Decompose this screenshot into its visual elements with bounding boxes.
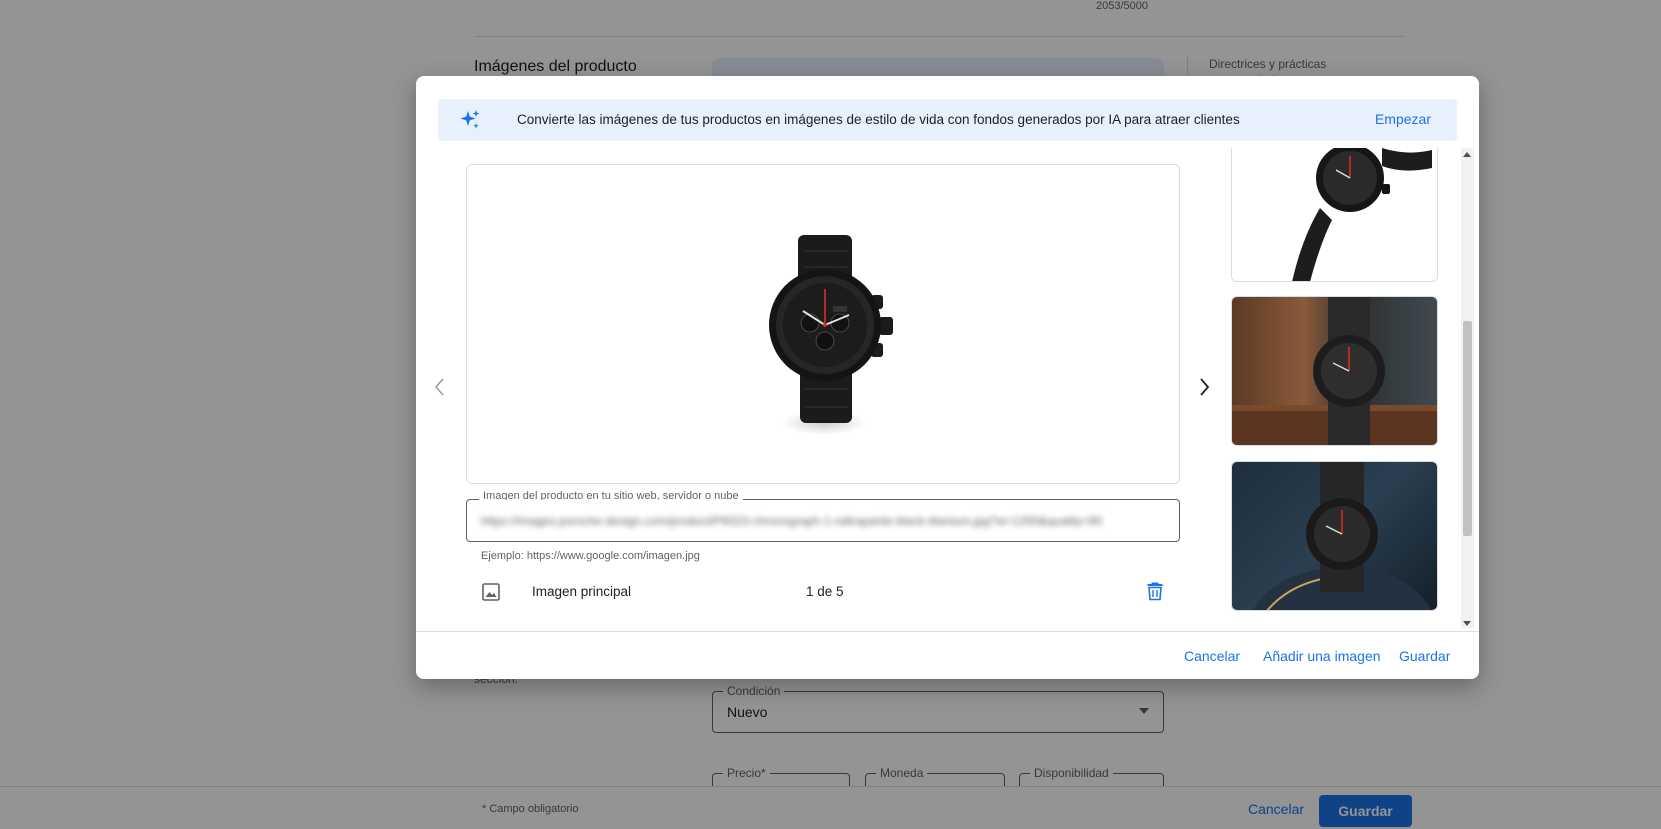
sparkle-icon — [460, 110, 480, 129]
watch-product-image — [769, 235, 893, 435]
scroll-up-icon[interactable] — [1463, 152, 1471, 157]
image-url-hint: Ejemplo: https://www.google.com/imagen.j… — [481, 550, 700, 562]
ai-banner-text: Convierte las imágenes de tus productos … — [517, 112, 1240, 127]
watch-thumbnail-3 — [1253, 462, 1431, 610]
thumbnail-scrollbar[interactable] — [1461, 148, 1474, 628]
main-image-label: Imagen principal — [532, 584, 632, 599]
dialog-save-button[interactable]: Guardar — [1399, 648, 1450, 664]
thumbnail-list — [1231, 148, 1438, 611]
scroll-down-icon[interactable] — [1463, 621, 1471, 626]
image-url-label: Imagen del producto en tu sitio web, ser… — [479, 490, 743, 500]
previous-image-arrow-icon[interactable] — [432, 376, 448, 398]
next-image-arrow-icon[interactable] — [1196, 376, 1212, 398]
image-url-value[interactable]: https://images.porsche-design.com/produc… — [481, 514, 1165, 528]
ai-lifestyle-banner: Convierte las imágenes de tus productos … — [438, 99, 1457, 141]
thumbnail-image[interactable] — [1231, 148, 1438, 282]
main-image-preview — [466, 164, 1180, 484]
image-position-counter: 1 de 5 — [806, 584, 844, 599]
dialog-footer: Cancelar Añadir una imagen Guardar — [416, 631, 1479, 679]
image-url-field[interactable]: Imagen del producto en tu sitio web, ser… — [466, 490, 1180, 542]
dialog-cancel-button[interactable]: Cancelar — [1184, 648, 1240, 664]
delete-icon[interactable] — [1146, 581, 1164, 601]
image-icon — [482, 583, 500, 601]
main-image-row: Imagen principal 1 de 5 — [466, 573, 1180, 611]
thumbnail-image[interactable] — [1231, 461, 1438, 611]
thumbnail-image[interactable] — [1231, 296, 1438, 446]
product-images-dialog: Convierte las imágenes de tus productos … — [416, 76, 1479, 679]
start-button[interactable]: Empezar — [1375, 111, 1431, 127]
watch-thumbnail-1 — [1292, 148, 1432, 281]
scrollbar-thumb[interactable] — [1463, 321, 1472, 536]
add-image-button[interactable]: Añadir una imagen — [1263, 648, 1381, 664]
watch-thumbnail-2 — [1232, 297, 1437, 445]
